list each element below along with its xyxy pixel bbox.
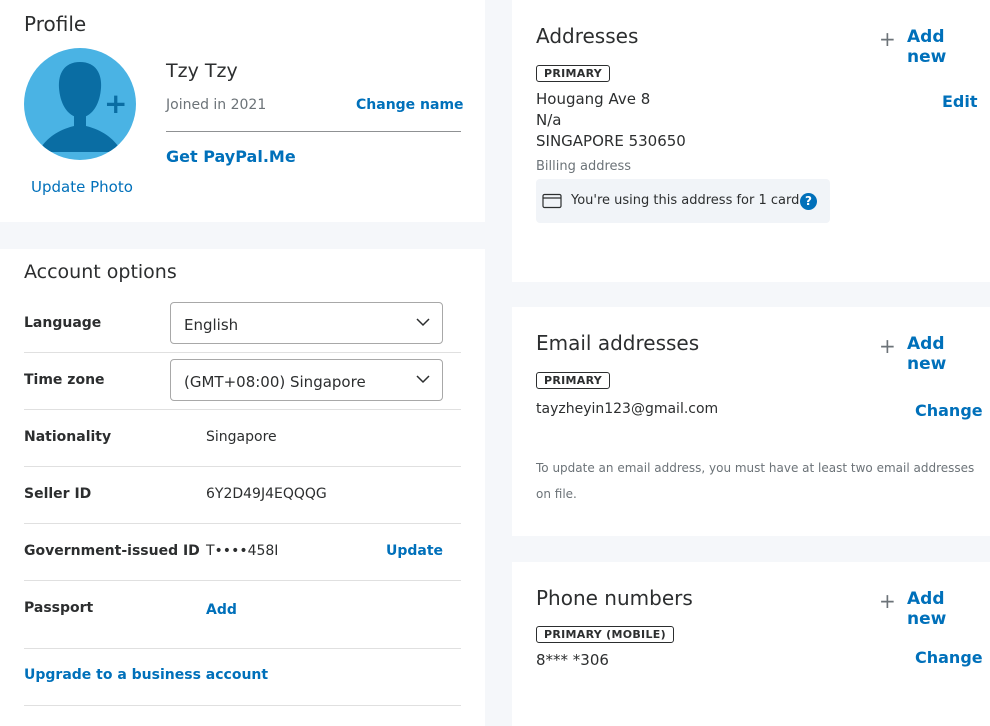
passport-add-link[interactable]: Add (206, 602, 237, 618)
address-type: Billing address (536, 159, 632, 174)
profile-card: Profile + Update Photo Tzy Tzy Joined in… (0, 0, 485, 222)
timezone-value: (GMT+08:00) Singapore (184, 373, 366, 391)
change-name-link[interactable]: Change name (356, 97, 464, 113)
account-options-card: Account options Language English Time zo… (0, 249, 485, 726)
email-addresses-card: Email addresses + Add new PRIMARY tayzhe… (512, 307, 990, 536)
government-id-value: T••••458I (206, 543, 279, 559)
addresses-card: Addresses + Add new PRIMARY Hougang Ave … (512, 0, 990, 282)
address-edit-link[interactable]: Edit (942, 92, 978, 111)
update-photo-link[interactable]: Update Photo (31, 178, 133, 196)
add-photo-icon[interactable]: + (104, 90, 127, 118)
add-new-label: Add new (907, 27, 947, 67)
profile-name: Tzy Tzy (166, 60, 238, 82)
divider (24, 409, 461, 410)
phone-change-link[interactable]: Change (915, 648, 983, 667)
nationality-label: Nationality (24, 429, 112, 445)
seller-id-value: 6Y2D49J4EQQQG (206, 486, 327, 502)
account-options-title: Account options (24, 261, 177, 283)
language-label: Language (24, 315, 102, 331)
chevron-down-icon (416, 318, 430, 327)
primary-email: tayzheyin123@gmail.com (536, 401, 719, 417)
email-update-note: To update an email address, you must hav… (536, 461, 975, 501)
divider (24, 648, 461, 649)
passport-label: Passport (24, 600, 94, 616)
avatar[interactable]: + (24, 48, 136, 160)
email-change-link[interactable]: Change (915, 401, 983, 420)
government-id-update-link[interactable]: Update (386, 543, 443, 559)
address-line-2: N/a (536, 111, 562, 129)
add-new-label: Add new (907, 589, 947, 629)
primary-phone: 8*** *306 (536, 651, 609, 669)
addresses-add-new-button[interactable]: + Add new (879, 27, 979, 67)
primary-badge: PRIMARY (536, 372, 611, 389)
address-line-3: SINGAPORE 530650 (536, 132, 686, 150)
upgrade-business-link[interactable]: Upgrade to a business account (24, 667, 268, 683)
divider (24, 523, 461, 524)
timezone-label: Time zone (24, 372, 105, 388)
addresses-title: Addresses (536, 24, 639, 48)
government-id-label: Government-issued ID (24, 543, 200, 559)
chevron-down-icon (416, 375, 430, 384)
card-usage-note: You're using this address for 1 card ? (536, 179, 830, 223)
phone-numbers-title: Phone numbers (536, 586, 693, 610)
emails-add-new-button[interactable]: + Add new (879, 334, 979, 374)
card-usage-text: You're using this address for 1 card (571, 193, 800, 208)
help-icon[interactable]: ? (800, 193, 817, 210)
plus-icon: + (879, 334, 896, 358)
language-value: English (184, 316, 239, 334)
phone-numbers-card: Phone numbers + Add new PRIMARY (MOBILE)… (512, 562, 990, 726)
add-new-label: Add new (907, 334, 947, 374)
seller-id-label: Seller ID (24, 486, 92, 502)
divider (24, 352, 461, 353)
profile-title: Profile (24, 12, 87, 36)
divider (24, 580, 461, 581)
primary-badge: PRIMARY (536, 65, 611, 82)
divider (24, 705, 461, 706)
plus-icon: + (879, 589, 896, 613)
nationality-value: Singapore (206, 429, 277, 445)
email-addresses-title: Email addresses (536, 331, 700, 355)
timezone-select[interactable]: (GMT+08:00) Singapore (170, 359, 443, 401)
plus-icon: + (879, 27, 896, 51)
joined-text: Joined in 2021 (166, 97, 267, 113)
profile-divider (166, 131, 461, 132)
divider (24, 466, 461, 467)
get-paypal-me-link[interactable]: Get PayPal.Me (166, 147, 296, 166)
credit-card-icon (542, 193, 562, 209)
language-select[interactable]: English (170, 302, 443, 344)
phones-add-new-button[interactable]: + Add new (879, 589, 979, 629)
primary-mobile-badge: PRIMARY (MOBILE) (536, 626, 674, 643)
address-line-1: Hougang Ave 8 (536, 90, 651, 108)
